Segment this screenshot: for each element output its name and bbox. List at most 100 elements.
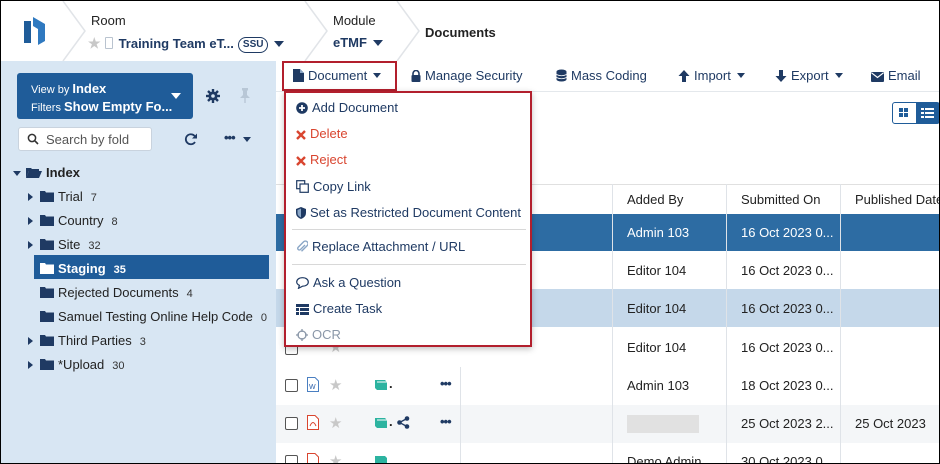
row-actions-icon[interactable]: •••	[440, 376, 452, 391]
menu-item-label: Create Task	[313, 301, 383, 316]
chevron-right-icon[interactable]	[28, 337, 33, 345]
chevron-right-icon[interactable]	[28, 241, 33, 249]
menu-item-replace-attachment[interactable]: Replace Attachment / URL	[296, 239, 465, 254]
menu-item-label: Delete	[310, 126, 348, 141]
mass-coding-button[interactable]: Mass Coding	[556, 68, 647, 83]
folder-icon	[40, 239, 54, 250]
room-name: Training Team eT...	[118, 36, 234, 51]
tree-item-count: 8	[111, 216, 118, 228]
email-button[interactable]: Email	[871, 68, 921, 83]
submitted-on-cell: 16 Oct 2023 0...	[741, 301, 834, 316]
menu-item-restricted-content[interactable]: Set as Restricted Document Content	[296, 205, 521, 220]
submitted-on-cell: 25 Oct 2023 2...	[741, 416, 834, 431]
row-dot: .	[389, 414, 393, 429]
tree-item-count: 32	[88, 240, 101, 252]
speech-bubble-icon	[296, 277, 309, 290]
folder-search-input[interactable]: Search by fold	[18, 127, 152, 151]
menu-item-reject[interactable]: Reject	[296, 152, 347, 167]
manage-security-button[interactable]: Manage Security	[411, 68, 523, 83]
task-list-icon	[296, 304, 309, 315]
room-breadcrumb[interactable]: Room ★ Training Team eT... SSU	[88, 1, 301, 61]
tree-item-label: Rejected Documents	[58, 285, 179, 300]
chevron-down-icon[interactable]	[13, 171, 21, 176]
column-divider	[726, 184, 727, 463]
favorite-star-icon[interactable]: ★	[329, 452, 342, 463]
column-added-by[interactable]: Added By	[627, 192, 683, 207]
added-by-cell: Demo Admin	[627, 454, 702, 464]
tree-item-label: Country	[58, 213, 104, 228]
tree-item-count: 0	[260, 312, 267, 324]
favorite-star-icon[interactable]: ★	[329, 414, 342, 432]
menu-item-copy-link[interactable]: Copy Link	[296, 179, 371, 194]
pdf-file-icon	[307, 453, 319, 463]
row-checkbox[interactable]	[285, 379, 298, 392]
favorite-star-icon[interactable]: ★	[88, 35, 101, 51]
grid-view-icon[interactable]	[893, 103, 915, 123]
row-checkbox[interactable]	[285, 455, 298, 463]
redacted-added-by	[627, 415, 699, 433]
chevron-right-icon[interactable]	[28, 361, 33, 369]
tree-item-label: Third Parties	[58, 333, 132, 348]
book-icon	[375, 418, 387, 428]
menu-item-add-document[interactable]: Add Document	[296, 100, 398, 115]
column-published-date[interactable]: Published Date	[855, 192, 939, 207]
breadcrumb-separator	[62, 1, 86, 61]
menu-item-delete[interactable]: Delete	[296, 126, 348, 141]
chevron-down-icon[interactable]	[243, 137, 251, 142]
database-icon	[556, 69, 567, 82]
shield-icon	[296, 207, 306, 219]
menu-item-ocr[interactable]: OCR	[296, 327, 341, 342]
more-options-icon[interactable]: •••	[224, 130, 236, 145]
row-dot: .	[389, 376, 393, 391]
chevron-down-icon[interactable]	[171, 93, 181, 99]
crosshair-icon	[296, 329, 308, 341]
view-by-value: Index	[72, 81, 107, 96]
chevron-down-icon	[834, 73, 843, 78]
view-toggle[interactable]	[892, 102, 939, 124]
tree-item-count: 7	[90, 192, 97, 204]
submitted-on-cell: 16 Oct 2023 0...	[741, 340, 834, 355]
document-dropdown-menu: Add Document Delete Reject Copy Link Set…	[284, 91, 532, 347]
module-breadcrumb[interactable]: Module eTMF	[333, 1, 393, 61]
published-date-cell: 25 Oct 2023	[855, 416, 926, 431]
room-selector[interactable]: ★ Training Team eT... SSU	[88, 35, 285, 53]
module-name: eTMF	[333, 35, 367, 50]
chevron-down-icon[interactable]	[372, 40, 383, 46]
row-checkbox[interactable]	[285, 417, 298, 430]
app-logo[interactable]	[21, 15, 49, 47]
menu-item-label: Ask a Question	[313, 275, 402, 290]
added-by-cell: Editor 104	[627, 340, 687, 355]
view-by-label: View by	[31, 84, 70, 96]
added-by-cell: Admin 103	[627, 225, 690, 240]
menu-item-ask-question[interactable]: Ask a Question	[296, 275, 401, 290]
chevron-right-icon[interactable]	[28, 193, 33, 201]
gear-icon[interactable]	[206, 89, 220, 103]
column-submitted-on[interactable]: Submitted On	[741, 192, 821, 207]
submitted-on-cell: 16 Oct 2023 0...	[741, 263, 834, 278]
pin-icon[interactable]	[238, 87, 252, 103]
module-selector[interactable]: eTMF	[333, 35, 383, 50]
room-label: Room	[91, 13, 126, 28]
row-actions-icon[interactable]: •••	[440, 414, 452, 429]
favorite-star-icon[interactable]: ★	[329, 376, 342, 394]
view-filter-selector[interactable]: View by Index Filters Show Empty Fo...	[17, 73, 193, 119]
menu-item-label: Add Document	[312, 100, 398, 115]
chevron-down-icon[interactable]	[274, 41, 285, 47]
email-label: Email	[888, 68, 921, 83]
menu-item-label: Replace Attachment / URL	[312, 239, 466, 254]
manage-security-label: Manage Security	[425, 68, 523, 83]
menu-item-create-task[interactable]: Create Task	[296, 301, 382, 316]
book-icon	[375, 380, 387, 390]
import-button[interactable]: Import	[678, 68, 745, 83]
breadcrumb-separator	[396, 1, 420, 61]
folder-icon	[40, 191, 54, 202]
export-button[interactable]: Export	[775, 68, 843, 83]
refresh-icon[interactable]	[184, 132, 198, 146]
share-icon[interactable]	[397, 416, 410, 429]
chevron-right-icon[interactable]	[28, 217, 33, 225]
menu-item-label: Copy Link	[313, 179, 371, 194]
app-window: Room ★ Training Team eT... SSU Module eTMF…	[0, 0, 940, 464]
lock-icon	[411, 69, 421, 82]
menu-item-label: Set as Restricted Document Content	[310, 205, 521, 220]
list-view-icon[interactable]	[916, 103, 939, 123]
